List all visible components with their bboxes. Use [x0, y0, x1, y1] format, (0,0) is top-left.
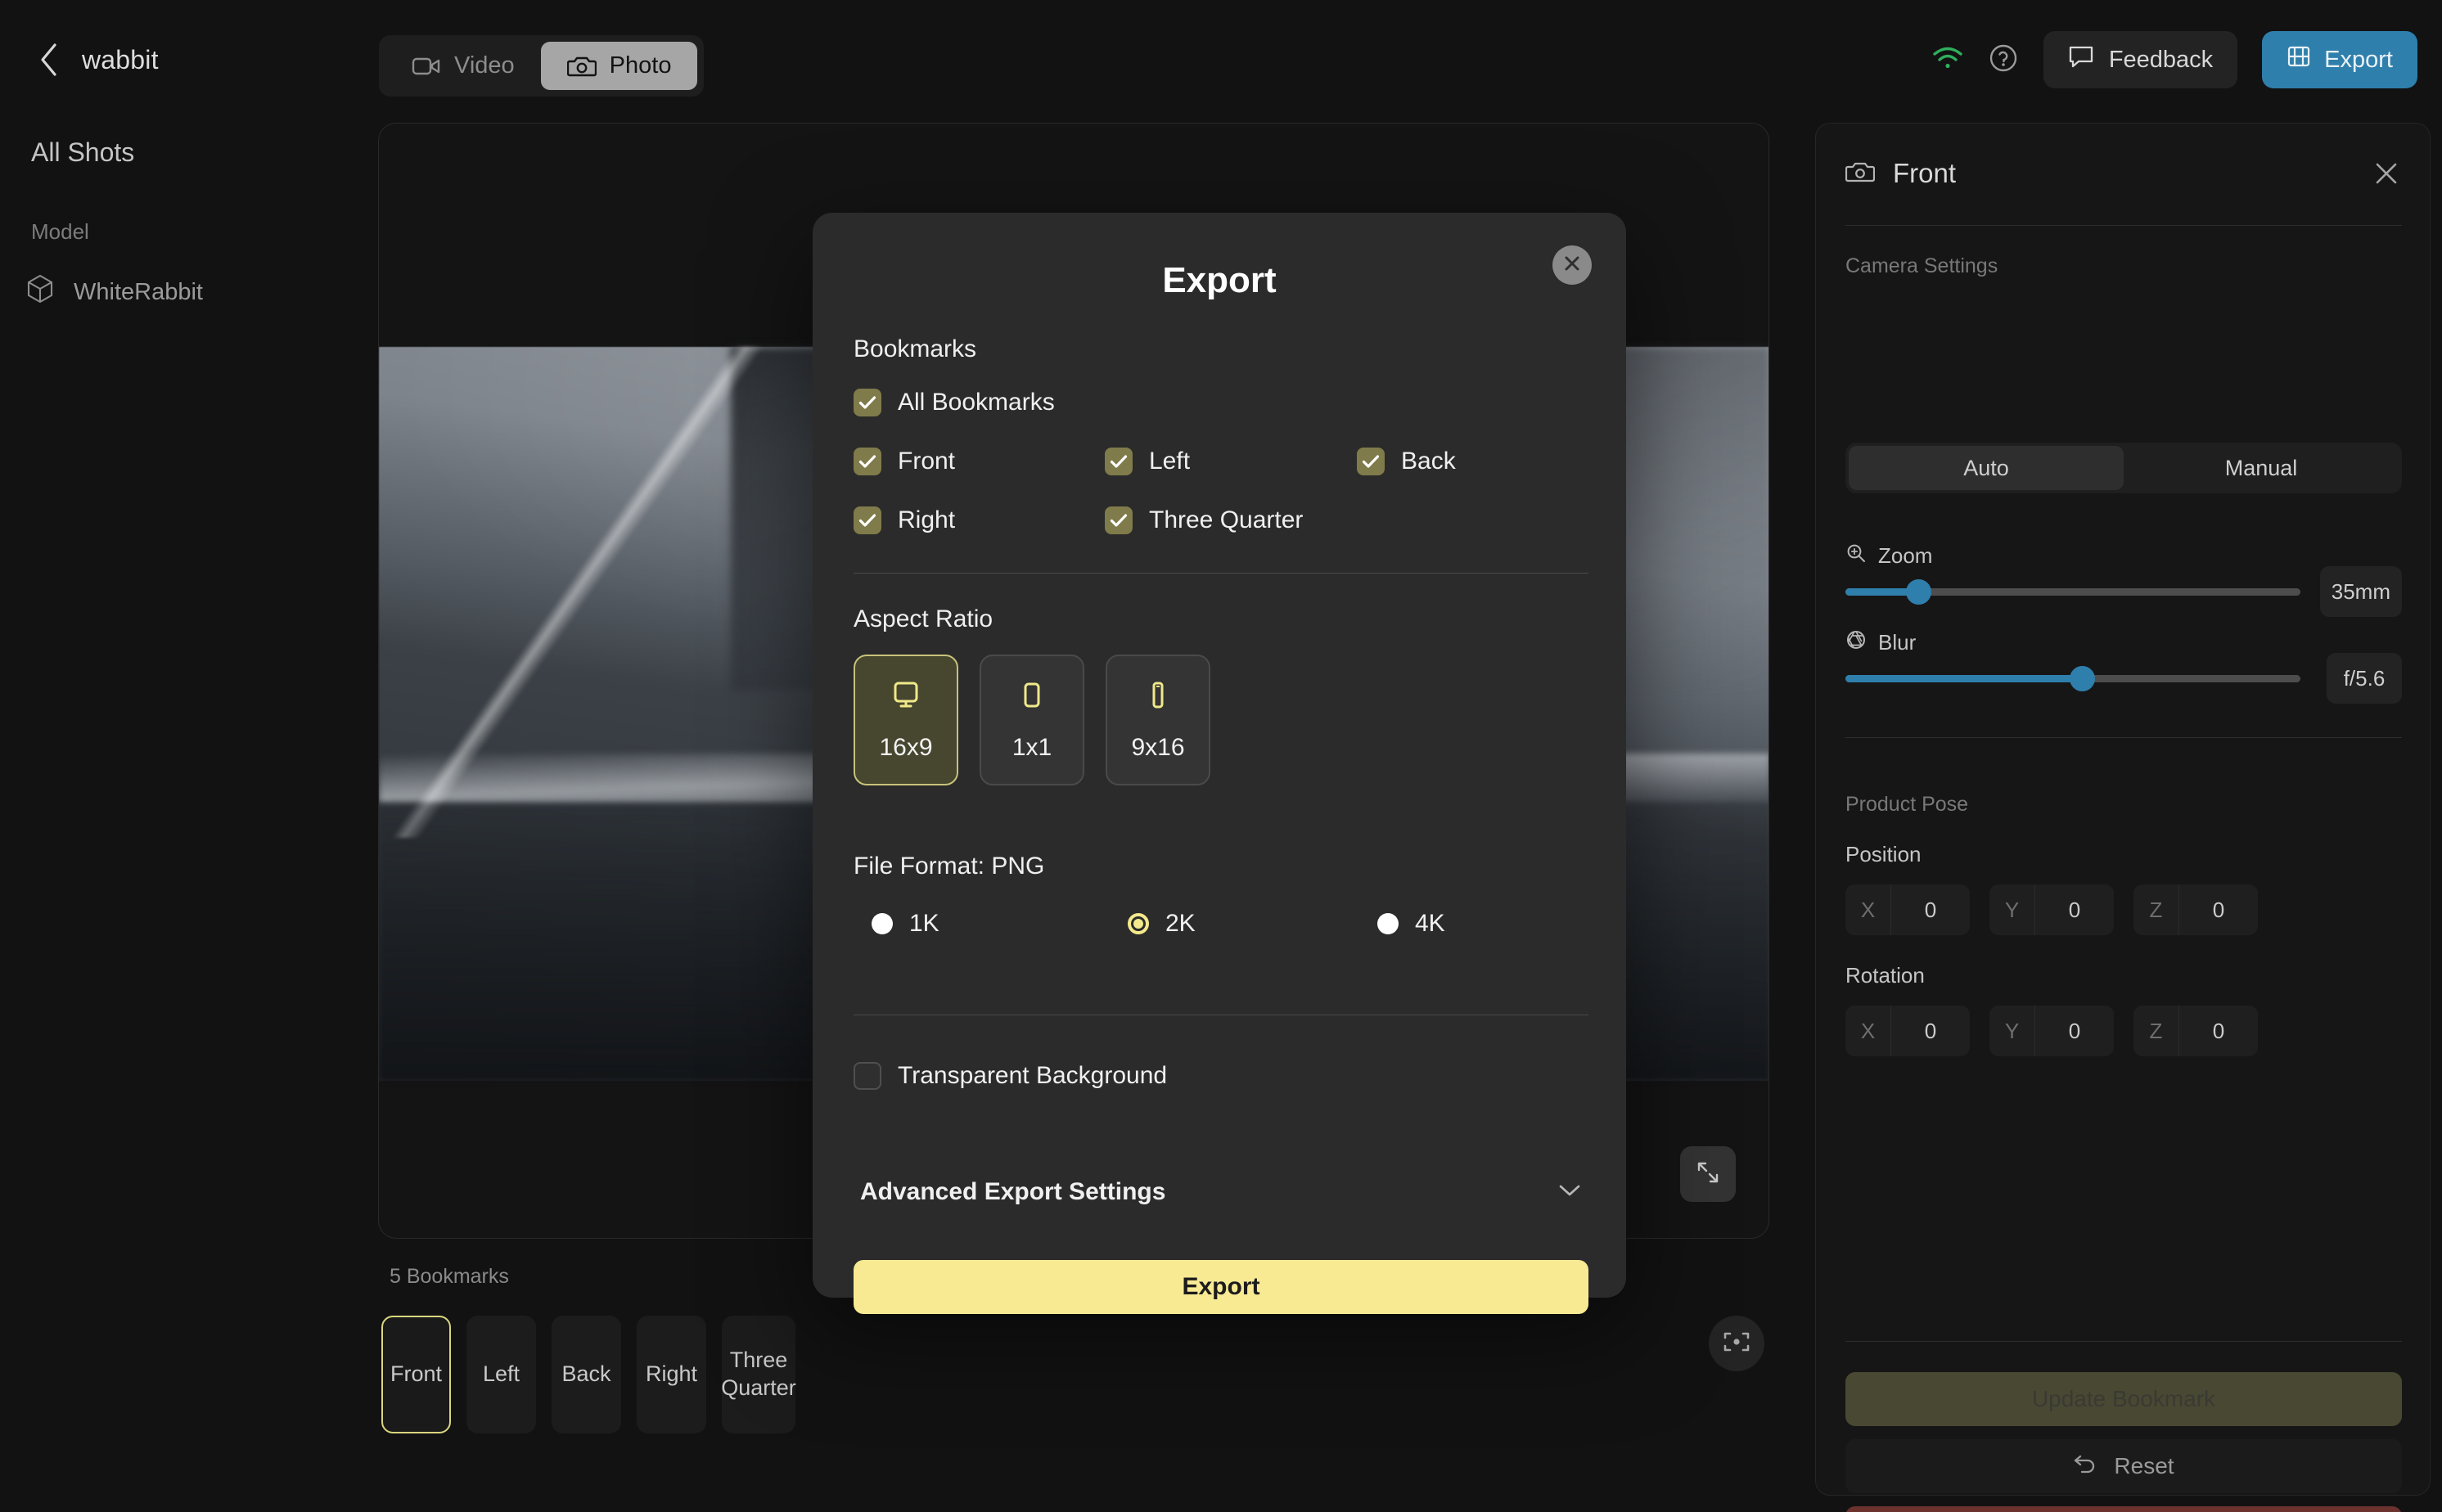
file-format-label: File Format: PNG: [854, 853, 1045, 880]
checkbox-label: All Bookmarks: [898, 389, 1055, 416]
chevron-down-icon: [1557, 1182, 1582, 1203]
checkbox-box: [1105, 506, 1133, 534]
checkbox-label: Front: [898, 448, 956, 475]
checkbox-left[interactable]: Left: [1105, 448, 1190, 475]
checkbox-back[interactable]: Back: [1357, 448, 1456, 475]
advanced-export-settings-toggle[interactable]: Advanced Export Settings: [860, 1178, 1582, 1206]
checkbox-box: [854, 389, 881, 416]
checkbox-front[interactable]: Front: [854, 448, 955, 475]
resolution-option-1k[interactable]: 1K: [872, 910, 939, 938]
radio-button: [872, 913, 893, 934]
aspect-ratio-label: 9x16: [1131, 733, 1185, 761]
checkbox-label: Three Quarter: [1149, 506, 1304, 533]
checkbox-box: [854, 448, 881, 475]
aspect-ratio-section-label: Aspect Ratio: [854, 605, 993, 632]
modal-overlay: Export Bookmarks All Bookmarks Front Lef…: [0, 0, 2442, 1512]
export-dialog: Export Bookmarks All Bookmarks Front Lef…: [813, 213, 1626, 1314]
square-icon: [1015, 679, 1049, 716]
checkbox-box: [1357, 448, 1385, 475]
aspect-ratio-label: 16x9: [879, 733, 933, 761]
resolution-label: 2K: [1165, 910, 1196, 937]
checkbox-box: [854, 1062, 881, 1090]
advanced-export-settings-label: Advanced Export Settings: [860, 1178, 1166, 1205]
resolution-label: 1K: [909, 910, 939, 937]
export-dialog-close-button[interactable]: [1552, 245, 1592, 285]
export-dialog-title: Export: [1162, 260, 1277, 300]
checkbox-label: Transparent Background: [898, 1062, 1168, 1089]
aspect-ratio-1x1[interactable]: 1x1: [980, 655, 1084, 785]
bookmarks-section-label: Bookmarks: [854, 335, 977, 362]
resolution-option-2k[interactable]: 2K: [1128, 910, 1196, 938]
aspect-ratio-label: 1x1: [1011, 733, 1052, 761]
checkbox-label: Left: [1149, 448, 1191, 475]
resolution-label: 4K: [1415, 910, 1445, 937]
checkbox-box: [1105, 448, 1133, 475]
checkbox-label: Right: [898, 506, 956, 533]
aspect-ratio-options: 16x9 1x1 9x16: [854, 655, 1210, 785]
app-root: wabbit Video Photo Feedback Export All S…: [0, 0, 2442, 1512]
modal-divider-bookmarks: [854, 573, 1588, 574]
phone-icon: [1141, 679, 1175, 716]
checkbox-all-bookmarks[interactable]: All Bookmarks: [854, 389, 1055, 416]
resolution-option-4k[interactable]: 4K: [1377, 910, 1445, 938]
modal-export-button[interactable]: Export: [854, 1260, 1588, 1314]
checkbox-three-quarter[interactable]: Three Quarter: [1105, 506, 1303, 534]
checkbox-right[interactable]: Right: [854, 506, 955, 534]
checkbox-label: Back: [1401, 448, 1456, 475]
monitor-icon: [889, 679, 923, 716]
radio-button: [1128, 913, 1149, 934]
checkbox-transparent-background[interactable]: Transparent Background: [854, 1062, 1167, 1090]
modal-export-label: Export: [1182, 1273, 1260, 1300]
aspect-ratio-16x9[interactable]: 16x9: [854, 655, 958, 785]
checkbox-box: [854, 506, 881, 534]
aspect-ratio-9x16[interactable]: 9x16: [1106, 655, 1210, 785]
close-icon: [1562, 254, 1582, 277]
radio-button: [1377, 913, 1399, 934]
